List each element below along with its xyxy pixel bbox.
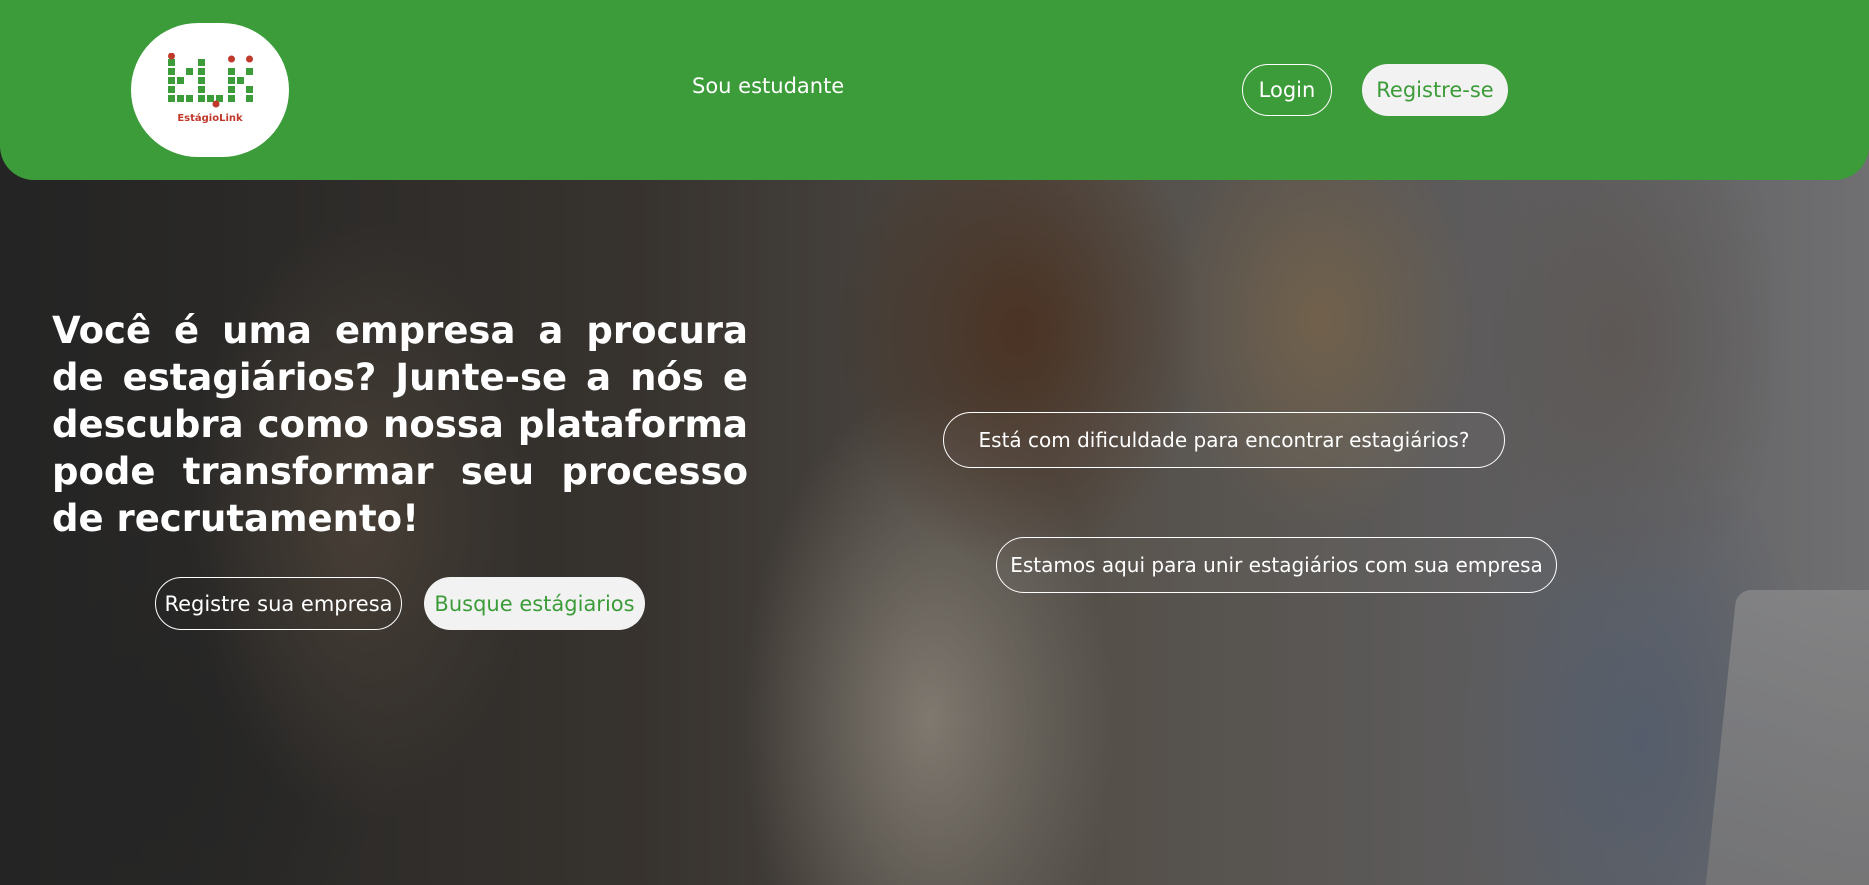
logo[interactable]: EstágioLink	[131, 23, 289, 157]
elk-logo-icon: EstágioLink	[168, 53, 253, 124]
register-button[interactable]: Registre-se	[1362, 64, 1508, 116]
logo-text: EstágioLink	[177, 112, 243, 124]
info-pill-connect: Estamos aqui para unir estagiários com s…	[996, 537, 1557, 593]
hero-headline: Você é uma empresa a procura de estagiár…	[52, 309, 748, 540]
info-pill-difficulty: Está com dificuldade para encontrar esta…	[943, 412, 1505, 468]
login-button[interactable]: Login	[1242, 64, 1332, 116]
nav-link-student[interactable]: Sou estudante	[692, 74, 844, 98]
register-company-button[interactable]: Registre sua empresa	[155, 577, 402, 630]
top-header: EstágioLink Sou estudante Login Registre…	[0, 0, 1869, 180]
search-interns-button[interactable]: Busque estágiarios	[424, 577, 645, 630]
page: EstágioLink Sou estudante Login Registre…	[0, 0, 1869, 885]
